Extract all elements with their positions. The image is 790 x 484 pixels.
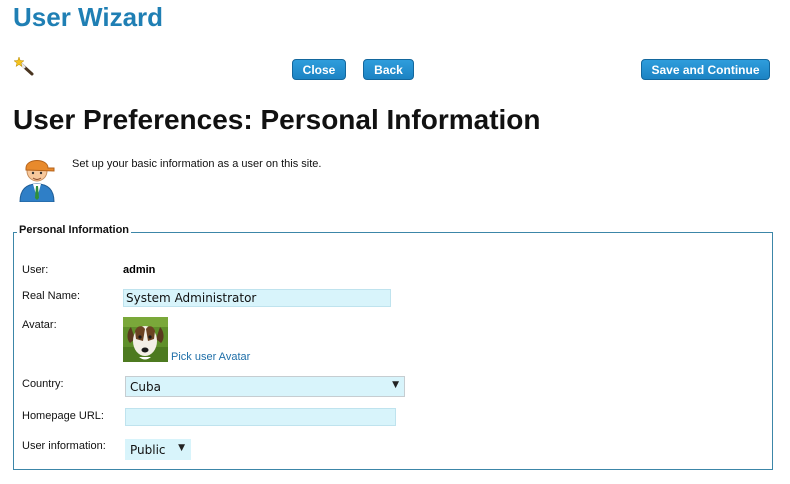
dropdown-arrow-icon: ▼	[392, 380, 399, 390]
dropdown-arrow-icon: ▼	[178, 443, 185, 453]
country-select[interactable]: Cuba ▼	[125, 376, 405, 397]
intro-text: Set up your basic information as a user …	[72, 158, 322, 170]
country-label: Country:	[22, 378, 64, 390]
avatar-label: Avatar:	[22, 319, 57, 331]
country-select-value: Cuba	[130, 379, 161, 394]
magic-wand-icon	[14, 57, 34, 76]
user-information-select[interactable]: Public ▼	[125, 439, 191, 460]
user-value: admin	[123, 264, 156, 276]
page-title: User Preferences: Personal Information	[13, 104, 541, 135]
back-button[interactable]: Back	[363, 59, 414, 80]
real-name-label: Real Name:	[22, 290, 81, 302]
homepage-url-label: Homepage URL:	[22, 410, 104, 422]
close-button[interactable]: Close	[292, 59, 346, 80]
user-information-label: User information:	[22, 440, 106, 452]
homepage-url-input[interactable]	[125, 408, 396, 426]
fieldset-legend: Personal Information	[17, 224, 132, 236]
real-name-input[interactable]: System Administrator	[123, 289, 391, 307]
user-label: User:	[22, 264, 49, 276]
user-information-select-value: Public	[130, 442, 166, 457]
save-and-continue-button[interactable]: Save and Continue	[641, 59, 770, 80]
wizard-title: User Wizard	[13, 2, 164, 32]
avatar-image[interactable]	[123, 317, 168, 362]
pick-user-avatar-link[interactable]: Pick user Avatar	[171, 351, 250, 363]
user-avatar-icon	[19, 160, 55, 202]
